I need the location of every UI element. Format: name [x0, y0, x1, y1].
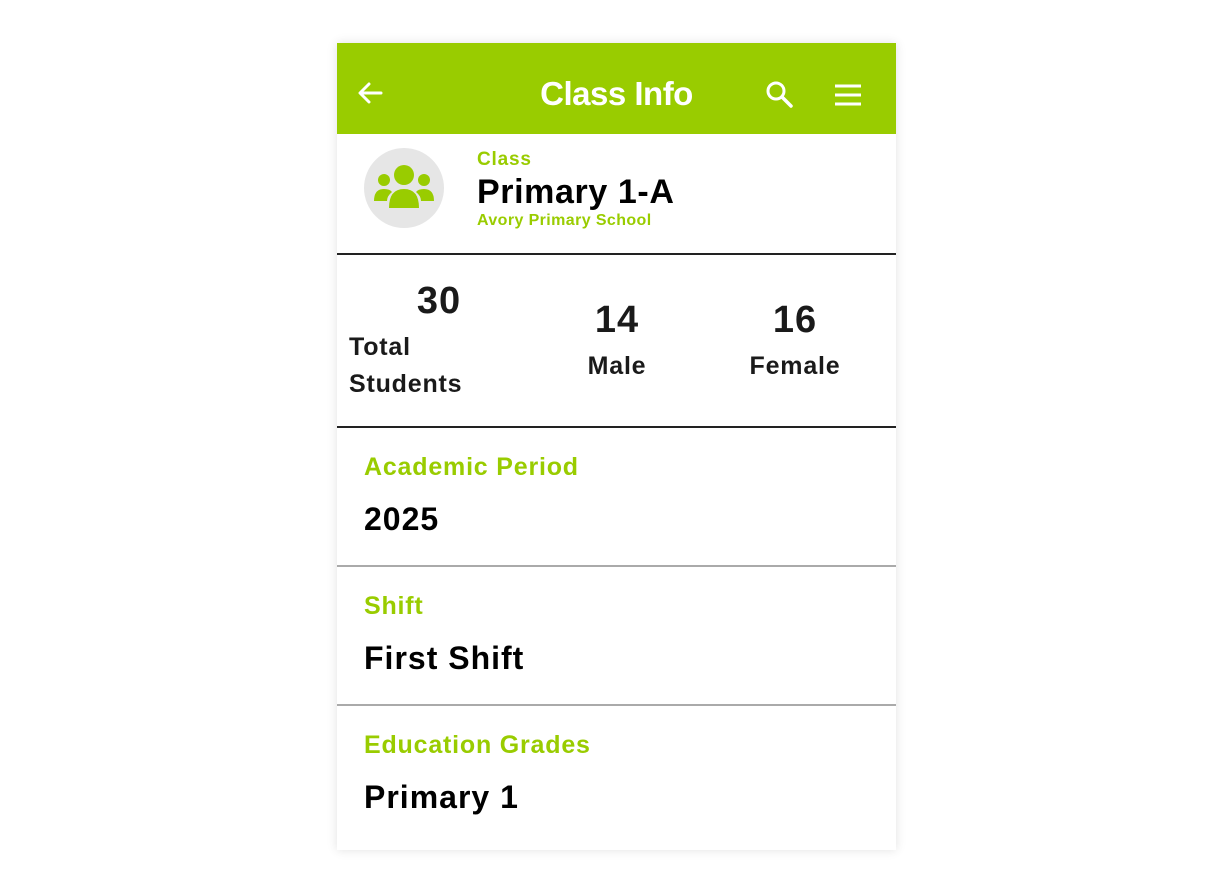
- app-bar: Class Info: [337, 43, 896, 134]
- class-header: Class Primary 1-A Avory Primary School: [337, 134, 896, 255]
- school-name: Avory Primary School: [477, 212, 652, 229]
- search-icon: [766, 81, 793, 108]
- app-screen: Class Info Class Primary 1-A Avory Prima…: [337, 43, 896, 850]
- female-count-value: 16: [772, 299, 818, 341]
- academic-period-label: Academic Period: [364, 453, 579, 481]
- class-label: Class: [477, 149, 532, 170]
- male-count-value: 14: [594, 299, 640, 341]
- total-students-value: 30: [416, 280, 462, 322]
- menu-button[interactable]: [833, 81, 863, 111]
- academic-period-field: Academic Period 2025: [337, 428, 896, 567]
- total-students-label-line1: Total: [349, 333, 411, 361]
- male-count-label: Male: [587, 352, 647, 380]
- shift-value: First Shift: [364, 640, 525, 676]
- education-grades-field: Education Grades Primary 1: [337, 706, 896, 843]
- student-stats: 30 Total Students 14 Male 16 Female: [337, 255, 896, 428]
- search-button[interactable]: [764, 80, 794, 110]
- group-users-icon: [374, 165, 434, 208]
- class-name: Primary 1-A: [477, 173, 675, 211]
- shift-label: Shift: [364, 592, 424, 620]
- shift-field: Shift First Shift: [337, 567, 896, 706]
- education-grades-value: Primary 1: [364, 779, 519, 815]
- hamburger-menu-icon: [835, 84, 861, 106]
- page-title: Class Info: [540, 75, 693, 112]
- total-students-label-line2: Students: [349, 370, 463, 398]
- academic-period-value: 2025: [364, 501, 440, 537]
- education-grades-label: Education Grades: [364, 731, 591, 759]
- class-avatar: [364, 148, 444, 228]
- total-students-label: Total Students: [349, 329, 462, 403]
- female-count-label: Female: [749, 352, 841, 380]
